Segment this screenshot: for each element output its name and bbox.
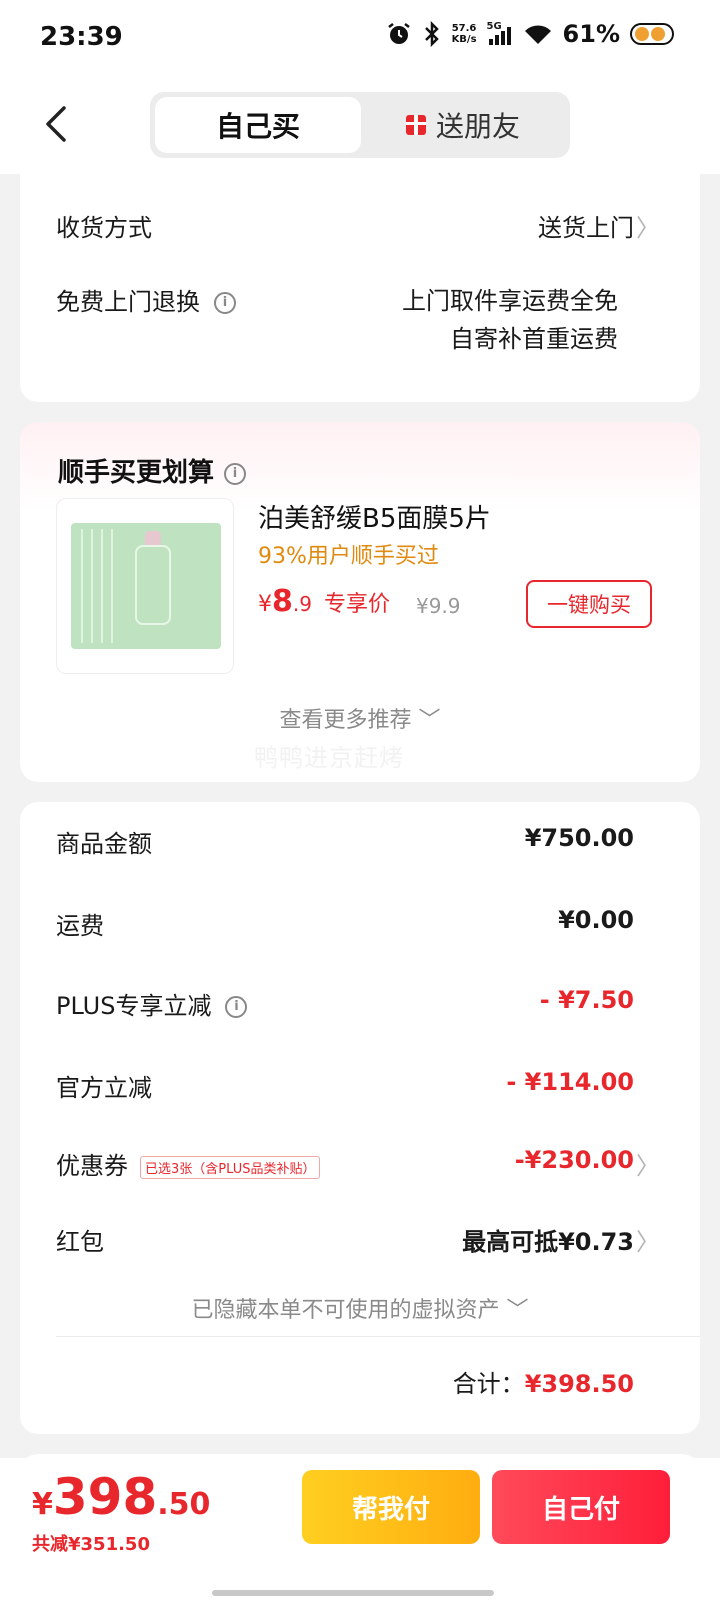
delivery-card: 收货方式 送货上门 〉 免费上门退换 i 上门取件享运费全免 自寄补首重运费: [20, 164, 700, 402]
goods-amount-label: 商品金额: [56, 830, 152, 858]
goods-amount-value: ¥750.00: [524, 824, 634, 852]
chevron-right-icon[interactable]: 〉: [636, 208, 660, 243]
tab-buy-for-self[interactable]: 自己买: [155, 97, 361, 153]
chevron-down-icon: ﹀: [506, 1298, 529, 1323]
recommend-title: 顺手买更划算 i: [58, 452, 247, 489]
status-bar: 23:39 57.6 KB/s 5G 61%: [0, 0, 720, 78]
pay-myself-button[interactable]: 自己付: [492, 1470, 670, 1544]
chevron-right-icon[interactable]: 〉: [636, 1222, 660, 1257]
purchase-mode-switch: 自己买 送朋友: [150, 92, 570, 158]
total-saved: 共减¥351.50: [32, 1534, 150, 1555]
total-label: 合计：: [452, 1370, 525, 1398]
free-return-label: 免费上门退换: [56, 288, 200, 316]
recommendation-card: 顺手买更划算 i 泊美舒缓B5面膜5片 93%用户顺手买过 ¥8.9 专享价 ¥9.…: [20, 422, 700, 782]
help-me-pay-button[interactable]: 帮我付: [302, 1470, 480, 1544]
total-value: ¥398.50: [524, 1370, 634, 1398]
product-price: ¥8.9 专享价: [258, 584, 390, 619]
free-return-row: 免费上门退换 i: [56, 282, 236, 317]
pay-amount: ¥398.50: [32, 1468, 211, 1526]
hidden-assets-link[interactable]: 已隐藏本单不可使用的虚拟资产 ﹀: [20, 1292, 700, 1324]
battery-icon: [630, 23, 674, 45]
delivery-method-label: 收货方式: [56, 214, 152, 242]
product-image[interactable]: [56, 498, 234, 674]
checkout-bar: ¥398.50 共减¥351.50 帮我付 自己付: [0, 1458, 720, 1600]
coupon-label: 优惠券: [56, 1152, 128, 1180]
net-speed: 57.6 KB/s: [451, 23, 477, 45]
status-time: 23:39: [40, 22, 123, 52]
status-icons: 57.6 KB/s 5G 61%: [386, 20, 674, 48]
chevron-down-icon: ﹀: [418, 708, 441, 733]
info-icon[interactable]: i: [224, 462, 247, 485]
free-return-line1: 上门取件享运费全免: [402, 287, 618, 315]
watermark: 鸭鸭进京赶烤: [254, 744, 404, 772]
order-total: 合计：¥398.50: [453, 1364, 634, 1399]
shipping-value: ¥0.00: [558, 906, 634, 934]
divider: [56, 1336, 700, 1337]
plus-discount-row: PLUS专享立减 i: [56, 986, 248, 1021]
free-return-line2: 自寄补首重运费: [450, 325, 618, 353]
shipping-label: 运费: [56, 912, 104, 940]
one-click-buy-button[interactable]: 一键购买: [526, 580, 652, 628]
original-price: ¥9.9: [416, 594, 461, 618]
product-name[interactable]: 泊美舒缓B5面膜5片: [258, 498, 491, 535]
info-icon[interactable]: i: [214, 292, 236, 314]
home-indicator[interactable]: [212, 1590, 494, 1596]
face-mask-package-image: [71, 523, 221, 649]
plus-discount-value: - ¥7.50: [539, 986, 634, 1014]
tab-send-to-friend[interactable]: 送朋友: [360, 97, 566, 153]
back-arrow-icon[interactable]: [38, 104, 78, 144]
bluetooth-icon: [424, 21, 439, 47]
free-return-value: 上门取件享运费全免 自寄补首重运费: [402, 282, 618, 358]
coupon-row[interactable]: 优惠券 已选3张（含PLUS品类补贴）: [56, 1146, 321, 1181]
coupon-selected-tag: 已选3张（含PLUS品类补贴）: [140, 1155, 321, 1179]
official-discount-label: 官方立减: [56, 1074, 152, 1102]
alarm-icon: [387, 23, 410, 44]
more-recommendations-link[interactable]: 查看更多推荐 ﹀: [20, 702, 700, 734]
info-icon[interactable]: i: [225, 996, 248, 1018]
battery-percent: 61%: [562, 20, 620, 48]
red-packet-value[interactable]: 最高可抵¥0.73: [462, 1222, 634, 1257]
official-discount-value: - ¥114.00: [506, 1068, 634, 1096]
product-tag: 93%用户顺手买过: [258, 544, 439, 569]
wifi-icon: [524, 25, 551, 44]
gift-icon: [405, 115, 426, 135]
plus-discount-label: PLUS专享立减: [56, 992, 212, 1020]
delivery-method-value[interactable]: 送货上门: [538, 208, 634, 243]
tab-send-to-friend-label: 送朋友: [435, 110, 520, 143]
chevron-right-icon[interactable]: 〉: [636, 1146, 660, 1181]
coupon-value[interactable]: -¥230.00: [515, 1146, 634, 1174]
red-packet-label: 红包: [56, 1228, 104, 1256]
header: 自己买 送朋友: [0, 78, 720, 174]
signal-icon: 5G: [487, 21, 513, 47]
price-summary-card: 商品金额 ¥750.00 运费 ¥0.00 PLUS专享立减 i - ¥7.50 …: [20, 802, 700, 1434]
